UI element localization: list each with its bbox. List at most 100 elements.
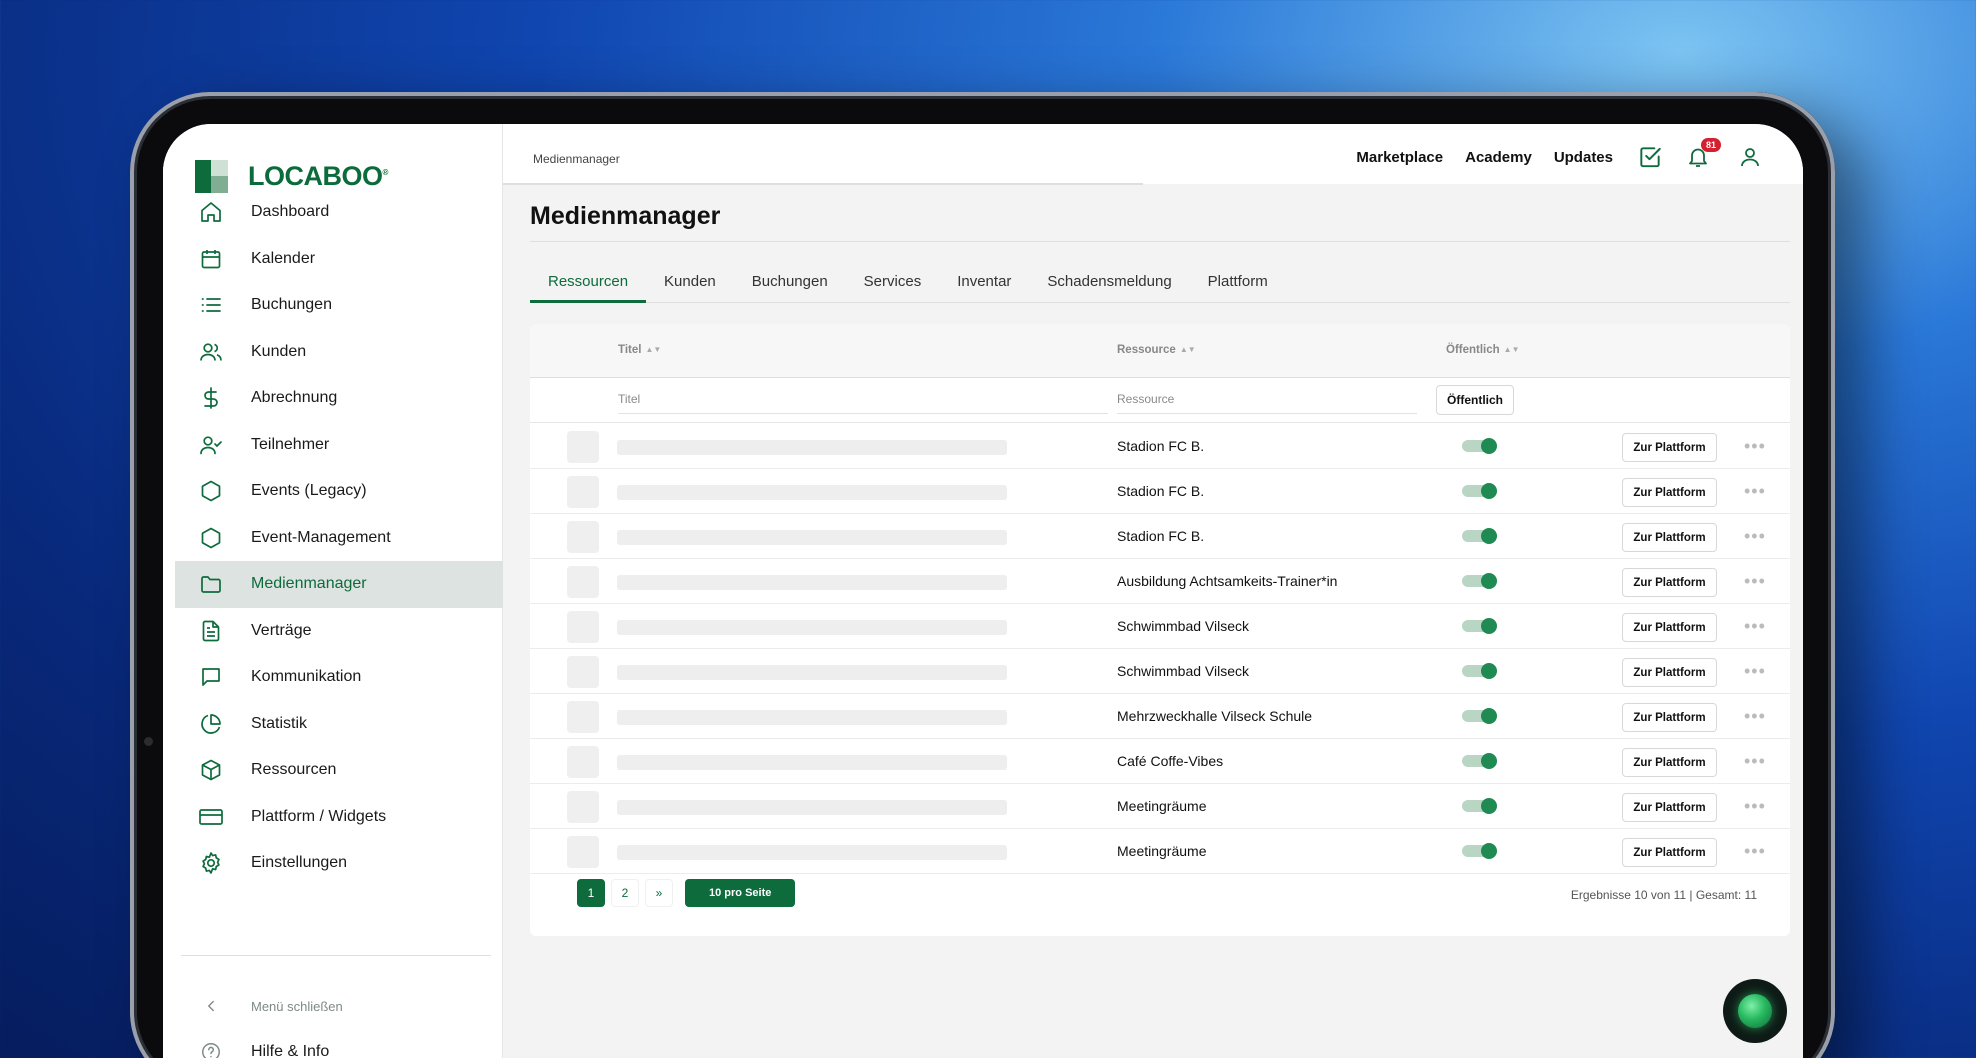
page-2-button[interactable]: 2: [611, 879, 639, 907]
column-header-title[interactable]: Titel ▲▼: [618, 344, 661, 356]
sidebar-item-events-legacy[interactable]: Events (Legacy): [175, 468, 503, 515]
bell-icon[interactable]: 81: [1685, 138, 1721, 170]
public-toggle[interactable]: [1462, 663, 1497, 679]
media-thumbnail[interactable]: [567, 566, 599, 598]
media-thumbnail[interactable]: [567, 701, 599, 733]
public-toggle[interactable]: [1462, 573, 1497, 589]
resource-filter-input[interactable]: [1117, 384, 1417, 414]
academy-link[interactable]: Academy: [1465, 149, 1532, 166]
sidebar-item-statistik[interactable]: Statistik: [175, 701, 503, 748]
media-thumbnail[interactable]: [567, 476, 599, 508]
table-row[interactable]: Ausbildung Achtsamkeits-Trainer*in Zur Pl…: [530, 559, 1790, 604]
public-toggle[interactable]: [1462, 618, 1497, 634]
table-row[interactable]: Stadion FC B. Zur Plattform •••: [530, 469, 1790, 514]
to-platform-button[interactable]: Zur Plattform: [1622, 838, 1717, 867]
close-menu-button[interactable]: Menü schließen: [175, 983, 503, 1029]
more-options-icon[interactable]: •••: [1744, 661, 1766, 682]
more-options-icon[interactable]: •••: [1744, 481, 1766, 502]
updates-link[interactable]: Updates: [1554, 149, 1613, 166]
marketplace-link[interactable]: Marketplace: [1356, 149, 1443, 166]
sidebar-item-kalender[interactable]: Kalender: [175, 236, 503, 283]
sidebar-item-abrechnung[interactable]: Abrechnung: [175, 375, 503, 422]
help-info-link[interactable]: Hilfe & Info: [175, 1029, 503, 1058]
table-row[interactable]: Mehrzweckhalle Vilseck Schule Zur Plattfo…: [530, 694, 1790, 739]
title-filter-input[interactable]: [618, 384, 1108, 414]
next-page-button[interactable]: »: [645, 879, 673, 907]
assistant-orb-icon: [1738, 994, 1772, 1028]
sidebar-item-ressourcen[interactable]: Ressourcen: [175, 747, 503, 794]
to-platform-button[interactable]: Zur Plattform: [1622, 793, 1717, 822]
to-platform-button[interactable]: Zur Plattform: [1622, 478, 1717, 507]
more-options-icon[interactable]: •••: [1744, 436, 1766, 457]
sidebar-item-label: Einstellungen: [251, 854, 348, 872]
table-row[interactable]: Meetingräume Zur Plattform •••: [530, 784, 1790, 829]
more-options-icon[interactable]: •••: [1744, 526, 1766, 547]
sidebar-item-teilnehmer[interactable]: Teilnehmer: [175, 422, 503, 469]
title-placeholder: [617, 530, 1007, 545]
to-platform-button[interactable]: Zur Plattform: [1622, 433, 1717, 462]
table-row[interactable]: Meetingräume Zur Plattform •••: [530, 829, 1790, 874]
page-1-button[interactable]: 1: [577, 879, 605, 907]
tab-kunden[interactable]: Kunden: [646, 269, 734, 303]
sidebar-item-plattform-widgets[interactable]: Plattform / Widgets: [175, 794, 503, 841]
media-thumbnail[interactable]: [567, 656, 599, 688]
media-thumbnail[interactable]: [567, 521, 599, 553]
close-menu-label: Menü schließen: [251, 998, 343, 1014]
column-header-public[interactable]: Öffentlich ▲▼: [1446, 344, 1520, 356]
sidebar-item-label: Abrechnung: [251, 389, 338, 407]
tab-buchungen[interactable]: Buchungen: [734, 269, 846, 303]
public-toggle[interactable]: [1462, 438, 1497, 454]
tab-ressourcen[interactable]: Ressourcen: [530, 269, 647, 303]
media-thumbnail[interactable]: [567, 431, 599, 463]
table-row[interactable]: Café Coffe-Vibes Zur Plattform •••: [530, 739, 1790, 784]
title-placeholder: [617, 665, 1007, 680]
sidebar-item-vertraege[interactable]: Verträge: [175, 608, 503, 655]
tab-schadensmeldung[interactable]: Schadensmeldung: [1029, 269, 1189, 303]
document-icon: [197, 617, 225, 645]
more-options-icon[interactable]: •••: [1744, 571, 1766, 592]
sidebar-item-dashboard[interactable]: Dashboard: [175, 189, 503, 236]
sidebar-item-buchungen[interactable]: Buchungen: [175, 282, 503, 329]
public-toggle[interactable]: [1462, 528, 1497, 544]
table-row[interactable]: Schwimmbad Vilseck Zur Plattform •••: [530, 604, 1790, 649]
public-toggle[interactable]: [1462, 843, 1497, 859]
to-platform-button[interactable]: Zur Plattform: [1622, 748, 1717, 777]
media-thumbnail[interactable]: [567, 791, 599, 823]
public-toggle[interactable]: [1462, 483, 1497, 499]
tab-inventar[interactable]: Inventar: [939, 269, 1029, 303]
to-platform-button[interactable]: Zur Plattform: [1622, 613, 1717, 642]
sidebar-item-event-management[interactable]: Event-Management: [175, 515, 503, 562]
to-platform-button[interactable]: Zur Plattform: [1622, 568, 1717, 597]
to-platform-button[interactable]: Zur Plattform: [1622, 658, 1717, 687]
more-options-icon[interactable]: •••: [1744, 616, 1766, 637]
more-options-icon[interactable]: •••: [1744, 841, 1766, 862]
sidebar-item-kunden[interactable]: Kunden: [175, 329, 503, 376]
more-options-icon[interactable]: •••: [1744, 751, 1766, 772]
more-options-icon[interactable]: •••: [1744, 706, 1766, 727]
tab-plattform[interactable]: Plattform: [1190, 269, 1286, 303]
media-thumbnail[interactable]: [567, 836, 599, 868]
sidebar-item-einstellungen[interactable]: Einstellungen: [175, 840, 503, 887]
media-thumbnail[interactable]: [567, 746, 599, 778]
public-toggle[interactable]: [1462, 708, 1497, 724]
sidebar-item-kommunikation[interactable]: Kommunikation: [175, 654, 503, 701]
public-toggle[interactable]: [1462, 753, 1497, 769]
sidebar-item-medienmanager[interactable]: Medienmanager: [175, 561, 503, 608]
table-row[interactable]: Stadion FC B. Zur Plattform •••: [530, 424, 1790, 469]
more-options-icon[interactable]: •••: [1744, 796, 1766, 817]
chat-assistant-button[interactable]: [1723, 979, 1787, 1043]
public-filter-button[interactable]: Öffentlich: [1436, 385, 1514, 415]
media-thumbnail[interactable]: [567, 611, 599, 643]
table-row[interactable]: Schwimmbad Vilseck Zur Plattform •••: [530, 649, 1790, 694]
breadcrumb[interactable]: Medienmanager: [533, 152, 620, 166]
to-platform-button[interactable]: Zur Plattform: [1622, 523, 1717, 552]
user-icon[interactable]: [1737, 144, 1763, 170]
checkbox-tasks-icon[interactable]: [1637, 144, 1663, 170]
public-toggle[interactable]: [1462, 798, 1497, 814]
table-row[interactable]: Stadion FC B. Zur Plattform •••: [530, 514, 1790, 559]
column-header-resource[interactable]: Ressource ▲▼: [1117, 344, 1196, 356]
tab-services[interactable]: Services: [846, 269, 940, 303]
per-page-select[interactable]: 10 pro Seite: [685, 879, 796, 907]
sort-icon: ▲▼: [1503, 345, 1520, 354]
to-platform-button[interactable]: Zur Plattform: [1622, 703, 1717, 732]
